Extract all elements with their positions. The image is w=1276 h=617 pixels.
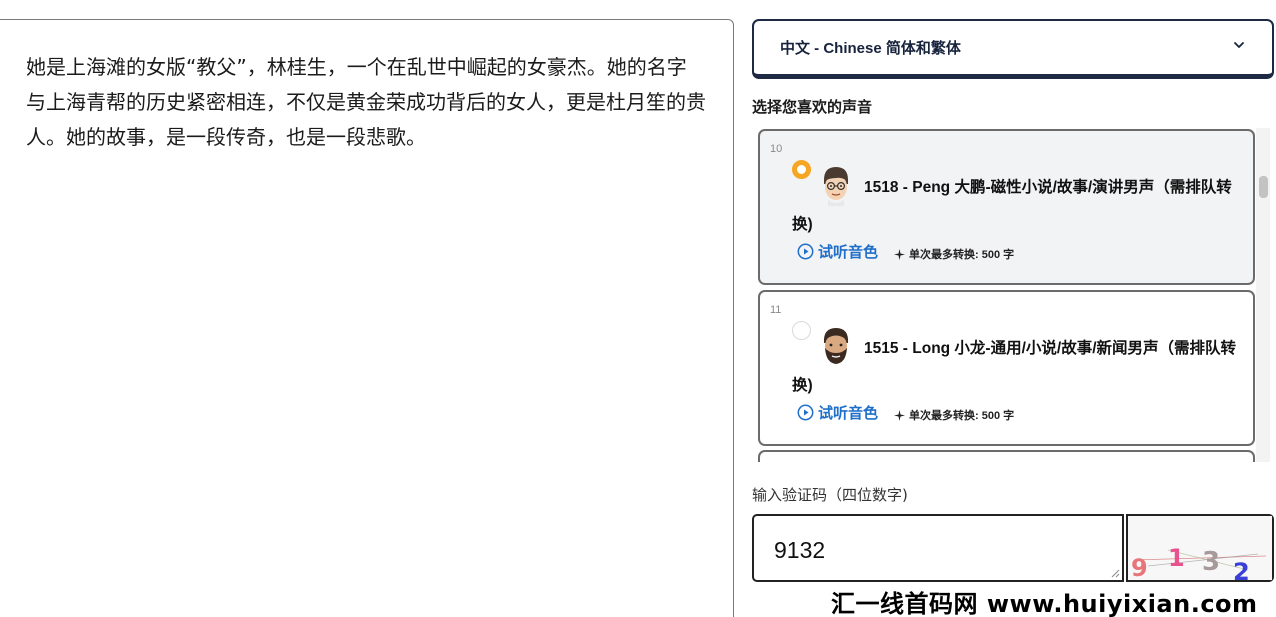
- avatar-icon: [823, 328, 849, 364]
- avatar-icon: [824, 167, 848, 206]
- captcha-label: 输入验证码（四位数字): [752, 486, 908, 504]
- voice-name: 1518 - Peng 大鹏-磁性小说/故事/演讲男声（需排队转换): [792, 179, 1232, 233]
- voice-card[interactable]: 10 1518 - Peng 大鹏-磁性小说/故事/演讲男声（需排队转换) 试听…: [758, 129, 1255, 285]
- voice-index: 10: [770, 143, 783, 155]
- preview-button[interactable]: 试听音色: [797, 402, 878, 423]
- sparkle-icon: [894, 409, 905, 421]
- sparkle-icon: [894, 248, 905, 260]
- settings-column: 中文 - Chinese 简体和繁体 选择您喜欢的声音 10 1518 - Pe…: [752, 0, 1276, 617]
- captcha-digit: 1: [1168, 544, 1185, 572]
- captcha-digit: 9: [1131, 554, 1148, 580]
- voice-index: 11: [770, 304, 782, 316]
- voice-name: 1515 - Long 小龙-通用/小说/故事/新闻男声（需排队转换): [792, 340, 1237, 394]
- captcha-digit: 2: [1233, 558, 1250, 580]
- preview-button[interactable]: 试听音色: [797, 241, 878, 262]
- voice-list[interactable]: 10 1518 - Peng 大鹏-磁性小说/故事/演讲男声（需排队转换) 试听…: [756, 128, 1266, 462]
- voice-card[interactable]: 11 1515 - Long 小龙-通用/小说/故事/新闻男声（需排队转换) 试…: [758, 290, 1255, 446]
- play-circle-icon: [797, 243, 814, 260]
- limit-info: 单次最多转换: 500 字: [894, 246, 1014, 262]
- chevron-down-icon: [1234, 42, 1244, 48]
- captcha-digit: 3: [1202, 547, 1220, 577]
- preview-label: 试听音色: [818, 244, 879, 261]
- watermark: 汇一线首码网 www.huiyixian.com: [831, 590, 1258, 617]
- resize-grip-icon[interactable]: [1110, 568, 1120, 578]
- scrollbar-thumb[interactable]: [1259, 176, 1268, 198]
- captcha-input[interactable]: 9132: [752, 514, 1124, 582]
- limit-label: 单次最多转换: 500 字: [909, 410, 1015, 422]
- voice-card[interactable]: [758, 450, 1255, 462]
- limit-info: 单次最多转换: 500 字: [894, 407, 1014, 423]
- limit-label: 单次最多转换: 500 字: [909, 249, 1015, 261]
- text-editor-panel[interactable]: 她是上海滩的女版“教父”，林桂生，一个在乱世中崛起的女豪杰。她的名字与上海青帮的…: [0, 19, 734, 617]
- play-circle-icon: [797, 404, 814, 421]
- preview-label: 试听音色: [818, 405, 879, 422]
- captcha-image-graphic: 9 1 3 2: [1128, 516, 1272, 586]
- editor-text[interactable]: 她是上海滩的女版“教父”，林桂生，一个在乱世中崛起的女豪杰。她的名字与上海青帮的…: [26, 50, 706, 155]
- language-select[interactable]: 中文 - Chinese 简体和繁体: [752, 19, 1274, 79]
- voice-section-label: 选择您喜欢的声音: [752, 99, 873, 116]
- language-select-value: 中文 - Chinese 简体和繁体: [780, 40, 961, 57]
- captcha-image[interactable]: 9 1 3 2: [1126, 514, 1274, 586]
